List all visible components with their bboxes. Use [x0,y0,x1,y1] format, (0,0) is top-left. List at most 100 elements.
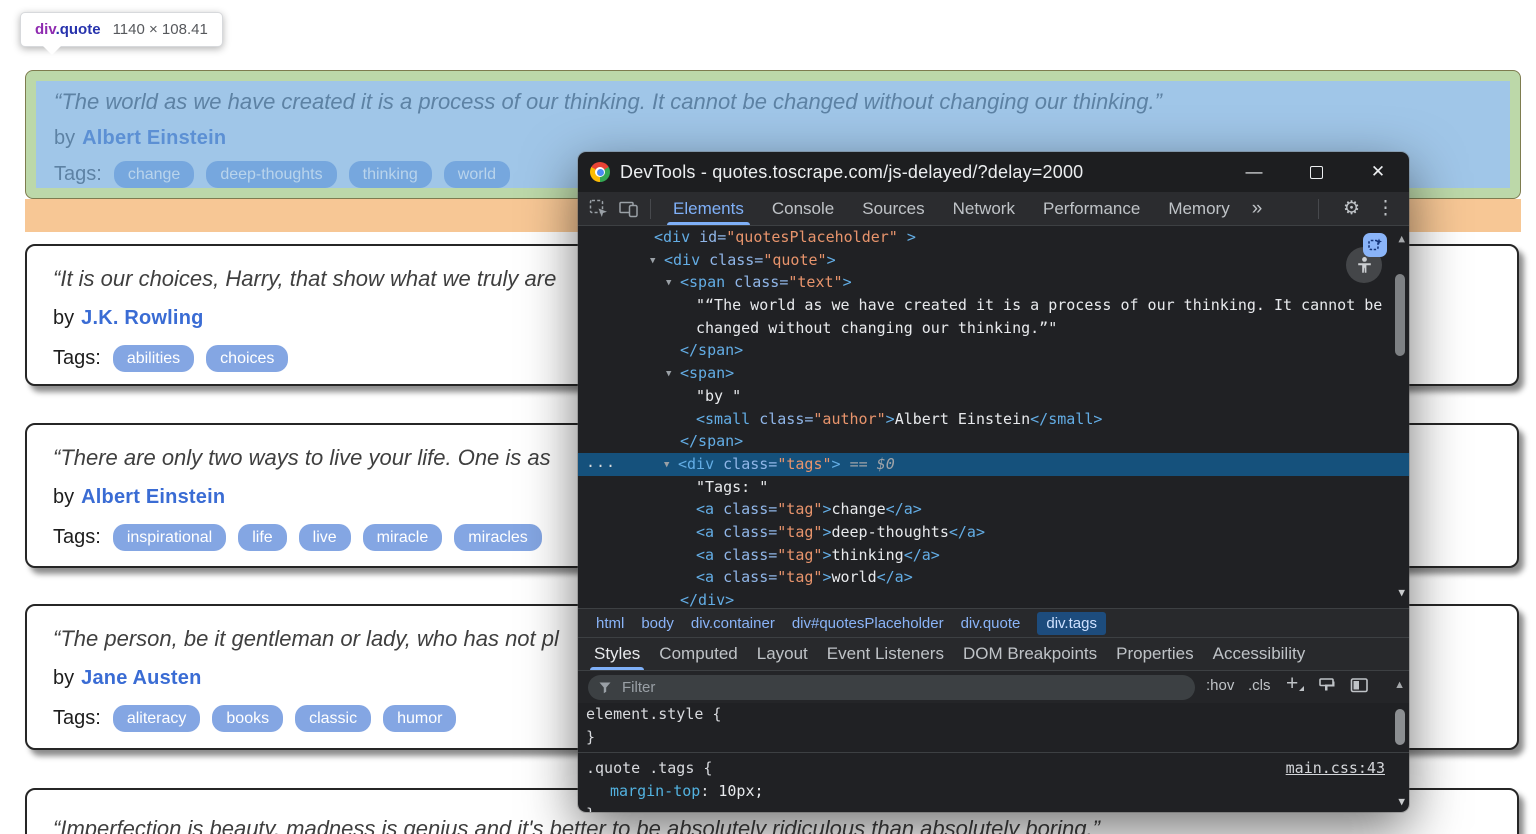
tab-console[interactable]: Console [758,192,848,225]
code-token: <div [654,228,690,246]
tag-link[interactable]: change [114,161,195,188]
tab-accessibility[interactable]: Accessibility [1213,638,1306,670]
expand-arrow-icon[interactable]: ▼ [650,250,655,273]
dom-tree-row[interactable]: </span> [578,430,1409,453]
author-link[interactable]: Jane Austen [81,667,201,689]
tag-link[interactable]: choices [206,345,288,372]
scrollbar-up-icon[interactable]: ▲ [1394,679,1405,691]
scrollbar-thumb[interactable] [1395,709,1405,745]
ai-assistance-icon[interactable] [1363,233,1387,257]
code-token: class= [700,251,763,269]
more-tabs-icon[interactable]: » [1244,198,1271,220]
tab-layout[interactable]: Layout [757,638,808,670]
tag-link[interactable]: books [212,705,283,732]
code-token: changed without changing our thinking.”" [696,319,1057,337]
minimize-button[interactable]: — [1223,152,1285,192]
tab-sources[interactable]: Sources [848,192,938,225]
tag-link[interactable]: aliteracy [113,705,201,732]
tab-network[interactable]: Network [939,192,1029,225]
by-label: by [53,667,74,689]
styles-pane: element.style { } main.css:43.quote .tag… [578,703,1409,812]
expand-arrow-icon[interactable]: ▼ [666,363,671,386]
css-rule-header[interactable]: main.css:43.quote .tags { [578,757,1409,780]
code-token: </a> [904,546,940,564]
dom-tree-row[interactable]: </div> [578,589,1409,608]
tag-link[interactable]: live [299,524,351,551]
tag-link[interactable]: thinking [349,161,432,188]
dom-tree-row[interactable]: <small class="author">Albert Einstein</s… [578,408,1409,431]
dom-tree-row[interactable]: </span> [578,339,1409,362]
tag-link[interactable]: classic [295,705,371,732]
tab-elements[interactable]: Elements [659,192,758,225]
tag-link[interactable]: miracle [363,524,443,551]
toggle-element-state-button[interactable]: :hov [1206,677,1234,694]
code-token: > [898,228,916,246]
devtools-titlebar[interactable]: DevTools - quotes.toscrape.com/js-delaye… [578,152,1409,192]
dom-tree-row[interactable]: <a class="tag">thinking</a> [578,544,1409,567]
tab-memory[interactable]: Memory [1154,192,1243,225]
settings-gear-icon[interactable]: ⚙ [1343,197,1360,220]
tab-computed[interactable]: Computed [659,638,737,670]
element-classes-button[interactable]: .cls [1248,677,1271,694]
dom-tree-row[interactable]: ▼<span> [578,362,1409,385]
dom-tree-row[interactable]: <a class="tag">change</a> [578,498,1409,521]
quote-text: “Imperfection is beauty, madness is geni… [53,816,1491,834]
dom-tree-row[interactable]: "Tags: " [578,476,1409,499]
rendering-brush-icon[interactable] [1318,677,1336,699]
tab-event-listeners[interactable]: Event Listeners [827,638,944,670]
tags-label: Tags: [53,707,101,730]
close-button[interactable]: ✕ [1347,152,1409,192]
tab-properties[interactable]: Properties [1116,638,1193,670]
tag-link[interactable]: inspirational [113,524,226,551]
dom-tree-row[interactable]: "“The world as we have created it is a p… [578,294,1409,317]
dom-tree-row[interactable]: <div id="quotesPlaceholder" > [578,226,1409,249]
expand-arrow-icon[interactable]: ▼ [666,272,671,295]
code-token: world [831,568,876,586]
tag-link[interactable]: life [238,524,286,551]
maximize-button[interactable] [1285,152,1347,192]
tag-link[interactable]: deep-thoughts [206,161,336,188]
author-link[interactable]: Albert Einstein [82,127,226,149]
dom-tree-row[interactable]: "by " [578,385,1409,408]
breadcrumb-body[interactable]: body [641,615,674,632]
sidebar-tabs: Styles Computed Layout Event Listeners DOM B… [578,637,1409,670]
element-style-selector: element.style [586,705,703,723]
toggle-sidebar-icon[interactable] [1350,677,1369,698]
code-token: <small [696,410,750,428]
tab-dom-breakpoints[interactable]: DOM Breakpoints [963,638,1097,670]
tag-link[interactable]: abilities [113,345,194,372]
css-source-link[interactable]: main.css:43 [1286,757,1385,780]
dom-tree-row[interactable]: ...▼<div class="tags"> == $0 [578,453,1409,476]
dom-tree-row[interactable]: <a class="tag">world</a> [578,566,1409,589]
css-declaration[interactable]: margin-top: 10px; [578,780,1409,803]
new-style-rule-button[interactable]: + [1286,672,1298,696]
author-link[interactable]: J.K. Rowling [81,307,203,329]
code-token: class= [714,455,777,473]
scrollbar-down-icon[interactable]: ▼ [1398,795,1405,808]
code-token: "tag" [777,546,822,564]
breadcrumb-div-container[interactable]: div.container [691,615,775,632]
device-toolbar-icon[interactable] [618,198,640,220]
tab-performance[interactable]: Performance [1029,192,1154,225]
code-token: "quote" [763,251,826,269]
expand-arrow-icon[interactable]: ▼ [664,454,669,477]
tab-styles[interactable]: Styles [594,638,640,670]
dom-tree-row[interactable]: <a class="tag">deep-thoughts</a> [578,521,1409,544]
toolbar-separator [1318,199,1319,219]
dom-tree-row[interactable]: changed without changing our thinking.”" [578,317,1409,340]
styles-filter-input[interactable] [620,678,1024,697]
inspect-element-icon[interactable] [588,198,610,220]
tag-link[interactable]: world [444,161,510,188]
styles-filter-field[interactable] [588,675,1195,700]
breadcrumb-div-quote[interactable]: div.quote [961,615,1021,632]
breadcrumb-html[interactable]: html [596,615,624,632]
author-link[interactable]: Albert Einstein [81,486,225,508]
tag-link[interactable]: miracles [454,524,542,551]
breadcrumb-div-tags[interactable]: div.tags [1037,612,1106,635]
dom-tree-row[interactable]: ▼<span class="text"> [578,271,1409,294]
element-style-rule[interactable]: element.style { [578,703,1409,726]
menu-kebab-icon[interactable]: ⋮ [1376,197,1395,220]
tag-link[interactable]: humor [383,705,456,732]
dom-tree-row[interactable]: ▼<div class="quote"> [578,249,1409,272]
breadcrumb-div-quotesPlaceholder[interactable]: div#quotesPlaceholder [792,615,944,632]
